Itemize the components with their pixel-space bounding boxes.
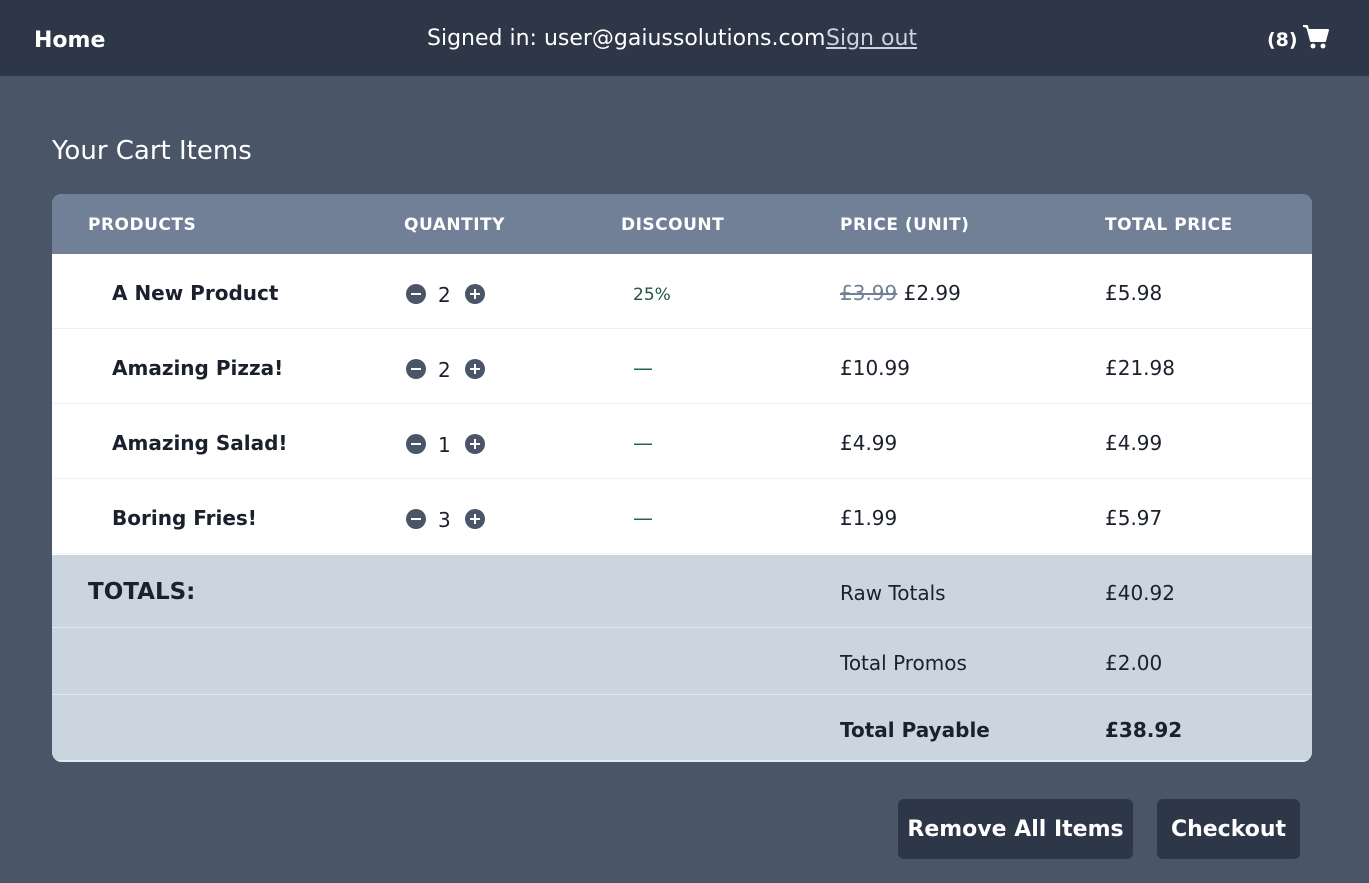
total-payable-value: £38.92 xyxy=(1105,718,1183,742)
page-title: Your Cart Items xyxy=(52,136,252,166)
decrease-quantity-button[interactable] xyxy=(406,509,426,529)
raw-totals-row: TOTALS: Raw Totals £40.92 xyxy=(52,555,1312,628)
top-navbar: Home Signed in: user@gaiussolutions.com … xyxy=(0,0,1369,76)
table-row: Boring Fries! 3 — £1.99 £5.97 xyxy=(52,479,1312,554)
discount-value: — xyxy=(633,356,653,380)
discount-value: 25% xyxy=(633,285,671,305)
raw-totals-label: Raw Totals xyxy=(840,581,946,605)
table-header: PRODUCTS QUANTITY DISCOUNT PRICE (UNIT) … xyxy=(52,194,1312,254)
header-discount: DISCOUNT xyxy=(621,215,725,235)
home-link[interactable]: Home xyxy=(34,28,105,53)
increase-quantity-button[interactable] xyxy=(465,509,485,529)
quantity-value: 2 xyxy=(438,358,451,382)
total-payable-label: Total Payable xyxy=(840,718,990,742)
original-price: £3.99 xyxy=(840,281,898,305)
cart-count-badge[interactable]: (8) xyxy=(1267,29,1298,51)
quantity-stepper: 1 xyxy=(406,433,496,457)
decrease-quantity-button[interactable] xyxy=(406,434,426,454)
header-total-price: TOTAL PRICE xyxy=(1105,215,1233,235)
discounted-price: £2.99 xyxy=(903,281,961,305)
quantity-value: 3 xyxy=(438,508,451,532)
decrease-quantity-button[interactable] xyxy=(406,359,426,379)
table-row: Amazing Salad! 1 — £4.99 £4.99 xyxy=(52,404,1312,479)
raw-totals-value: £40.92 xyxy=(1105,581,1175,605)
row-total-price: £4.99 xyxy=(1105,431,1163,455)
quantity-stepper: 3 xyxy=(406,508,496,532)
product-name: Boring Fries! xyxy=(112,506,257,530)
shopping-cart-icon[interactable] xyxy=(1302,24,1330,50)
header-quantity: QUANTITY xyxy=(404,215,505,235)
row-total-price: £21.98 xyxy=(1105,356,1175,380)
row-total-price: £5.97 xyxy=(1105,506,1163,530)
unit-price: £3.99 £2.99 xyxy=(840,281,961,305)
totals-heading: TOTALS: xyxy=(88,579,196,605)
header-products: PRODUCTS xyxy=(88,215,197,235)
increase-quantity-button[interactable] xyxy=(465,434,485,454)
increase-quantity-button[interactable] xyxy=(465,284,485,304)
total-promos-label: Total Promos xyxy=(840,651,967,675)
cart-table: PRODUCTS QUANTITY DISCOUNT PRICE (UNIT) … xyxy=(52,194,1312,762)
signed-in-text: Signed in: user@gaiussolutions.com xyxy=(427,26,826,51)
quantity-stepper: 2 xyxy=(406,283,496,307)
product-name: Amazing Salad! xyxy=(112,431,288,455)
table-row: Amazing Pizza! 2 — £10.99 £21.98 xyxy=(52,329,1312,404)
discount-value: — xyxy=(633,431,653,455)
product-name: Amazing Pizza! xyxy=(112,356,284,380)
checkout-button[interactable]: Checkout xyxy=(1157,799,1300,859)
header-price-unit: PRICE (UNIT) xyxy=(840,215,970,235)
quantity-value: 1 xyxy=(438,433,451,457)
product-name: A New Product xyxy=(112,281,279,305)
total-promos-value: £2.00 xyxy=(1105,651,1163,675)
unit-price: £10.99 xyxy=(840,356,910,380)
table-row: A New Product 2 25% £3.99 £2.99 £5.98 xyxy=(52,254,1312,329)
remove-all-items-button[interactable]: Remove All Items xyxy=(898,799,1133,859)
row-total-price: £5.98 xyxy=(1105,281,1163,305)
increase-quantity-button[interactable] xyxy=(465,359,485,379)
quantity-value: 2 xyxy=(438,283,451,307)
totals-section: TOTALS: Raw Totals £40.92 Total Promos £… xyxy=(52,555,1312,762)
sign-out-link[interactable]: Sign out xyxy=(826,26,917,51)
promos-row: Total Promos £2.00 xyxy=(52,628,1312,695)
decrease-quantity-button[interactable] xyxy=(406,284,426,304)
quantity-stepper: 2 xyxy=(406,358,496,382)
discount-value: — xyxy=(633,506,653,530)
payable-row: Total Payable £38.92 xyxy=(52,695,1312,762)
unit-price: £1.99 xyxy=(840,506,898,530)
unit-price: £4.99 xyxy=(840,431,898,455)
